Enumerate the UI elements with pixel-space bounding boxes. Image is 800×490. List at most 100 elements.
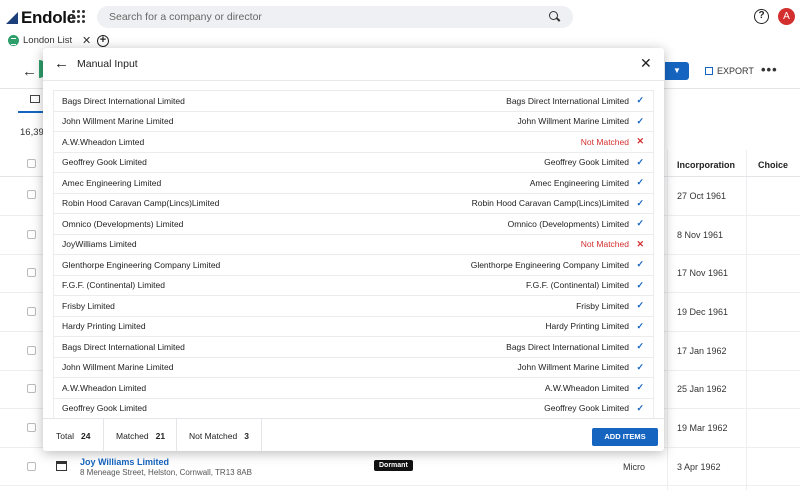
matched-company-name: F.G.F. (Continental) Limited [526, 280, 629, 291]
search-icon[interactable] [549, 11, 561, 23]
incorporation-date: 8 Nov 1961 [677, 230, 724, 240]
input-company-name: A.W.Wheadon Limted [62, 136, 145, 147]
match-row: Hardy Printing Limited Hardy Printing Lim… [54, 317, 653, 337]
match-row: John Willment Marine Limited John Willmen… [54, 112, 653, 132]
cross-icon: ✕ [636, 238, 644, 249]
divider [176, 419, 177, 451]
column-divider [746, 150, 747, 490]
search-input[interactable]: Search for a company or director [109, 11, 549, 23]
match-row: Bags Direct International Limited Bags Di… [54, 91, 653, 112]
row-checkbox[interactable] [27, 190, 36, 199]
matched-company-name: Geoffrey Gook Limited [544, 403, 629, 414]
manual-input-dialog: ← Manual Input ✕ Bags Direct Internation… [43, 48, 664, 451]
row-divider [0, 485, 800, 486]
incorporation-date: 3 Apr 1962 [677, 462, 721, 472]
match-row: A.W.Wheadon Limited A.W.Wheadon Limited ✓ [54, 378, 653, 399]
input-company-name: A.W.Wheadon Limited [62, 382, 147, 393]
dialog-footer: Total 24 Matched 21 Not Matched 3 ADD IT… [43, 418, 664, 451]
not-matched-label: Not Matched [580, 136, 629, 147]
back-arrow-icon[interactable]: ← [54, 55, 69, 72]
matched-label: Matched [116, 430, 149, 441]
incorporation-date: 17 Jan 1962 [677, 346, 727, 356]
app-logo[interactable]: Endole [6, 8, 76, 28]
not-matched-count: 3 [244, 430, 249, 441]
not-matched-stat: Not Matched 3 [189, 419, 249, 451]
check-icon: ✓ [636, 341, 644, 352]
tab-london-list[interactable]: London List [8, 35, 72, 46]
check-icon: ✓ [636, 402, 644, 413]
check-icon: ✓ [636, 95, 644, 106]
list-icon [8, 35, 19, 46]
company-name-link[interactable]: Joy Williams Limited [80, 457, 169, 467]
match-row: Geoffrey Gook Limited Geoffrey Gook Limit… [54, 399, 653, 419]
row-checkbox[interactable] [27, 346, 36, 355]
row-checkbox[interactable] [27, 230, 36, 239]
avatar[interactable]: A [778, 8, 795, 25]
match-row: Robin Hood Caravan Camp(Lincs)Limited Rob… [54, 194, 653, 214]
matched-company-name: Robin Hood Caravan Camp(Lincs)Limited [471, 198, 629, 209]
close-tab-icon[interactable]: ✕ [82, 34, 91, 47]
check-icon: ✓ [636, 361, 644, 372]
not-matched-label: Not Matched [189, 430, 238, 441]
matched-stat: Matched 21 [116, 419, 165, 451]
check-icon: ✓ [636, 115, 644, 126]
select-all-checkbox[interactable] [27, 159, 36, 168]
check-icon: ✓ [636, 259, 644, 270]
incorporation-date: 19 Dec 1961 [677, 307, 729, 317]
search-bar[interactable]: Search for a company or director [97, 6, 573, 28]
check-icon: ✓ [636, 177, 644, 188]
matched-company-name: Bags Direct International Limited [506, 341, 629, 352]
divider [103, 419, 104, 451]
add-tab-icon[interactable]: + [97, 35, 109, 47]
check-icon: ✓ [636, 218, 644, 229]
match-results-list[interactable]: Bags Direct International Limited Bags Di… [53, 90, 654, 418]
total-stat: Total 24 [56, 419, 90, 451]
input-company-name: Hardy Printing Limited [62, 321, 146, 332]
input-company-name: Robin Hood Caravan Camp(Lincs)Limited [62, 198, 220, 209]
cross-icon: ✕ [636, 136, 644, 147]
total-label: Total [56, 430, 74, 441]
row-checkbox[interactable] [27, 268, 36, 277]
dropdown-button[interactable]: ▼ [665, 62, 689, 80]
back-arrow-icon[interactable]: ← [22, 63, 37, 80]
column-header-incorporation[interactable]: Incorporation [677, 160, 735, 170]
input-company-name: John Willment Marine Limited [62, 362, 174, 373]
row-checkbox[interactable] [27, 307, 36, 316]
column-divider [667, 150, 668, 490]
app-name: Endole [21, 8, 76, 27]
add-items-button[interactable]: ADD ITEMS [592, 428, 658, 446]
company-size: Micro [623, 462, 645, 472]
input-company-name: Geoffrey Gook Limited [62, 403, 147, 414]
input-company-name: Bags Direct International Limited [62, 95, 185, 106]
match-row: Glenthorpe Engineering Company Limited Gl… [54, 255, 653, 276]
close-icon[interactable]: ✕ [640, 55, 652, 72]
column-header-choice[interactable]: Choice [758, 160, 788, 170]
match-row: Amec Engineering Limited Amec Engineering… [54, 173, 653, 194]
incorporation-date: 19 Mar 1962 [677, 423, 728, 433]
input-company-name: John Willment Marine Limited [62, 116, 174, 127]
check-icon: ✓ [636, 382, 644, 393]
help-icon[interactable]: ? [754, 9, 769, 24]
input-company-name: Omnico (Developments) Limited [62, 218, 184, 229]
input-company-name: Geoffrey Gook Limited [62, 157, 147, 168]
table-view-icon[interactable] [30, 95, 40, 103]
status-badge: Dormant [374, 460, 413, 471]
matched-count: 21 [155, 430, 166, 441]
matched-company-name: Frisby Limited [576, 300, 629, 311]
check-icon: ✓ [636, 156, 644, 167]
export-button[interactable]: EXPORT [705, 66, 754, 76]
match-row: Bags Direct International Limited Bags Di… [54, 337, 653, 358]
row-checkbox[interactable] [27, 384, 36, 393]
matched-company-name: Omnico (Developments) Limited [507, 218, 629, 229]
more-options-icon[interactable]: ••• [761, 62, 778, 77]
row-checkbox[interactable] [27, 423, 36, 432]
matched-company-name: Amec Engineering Limited [529, 177, 629, 188]
building-icon [56, 461, 67, 471]
row-checkbox[interactable] [27, 462, 36, 471]
divider [43, 80, 664, 81]
input-company-name: Frisby Limited [62, 300, 115, 311]
company-address: 8 Meneage Street, Helston, Cornwall, TR1… [80, 468, 252, 477]
matched-company-name: Glenthorpe Engineering Company Limited [470, 259, 629, 270]
export-icon [705, 67, 713, 75]
apps-grid-icon[interactable] [72, 10, 85, 23]
